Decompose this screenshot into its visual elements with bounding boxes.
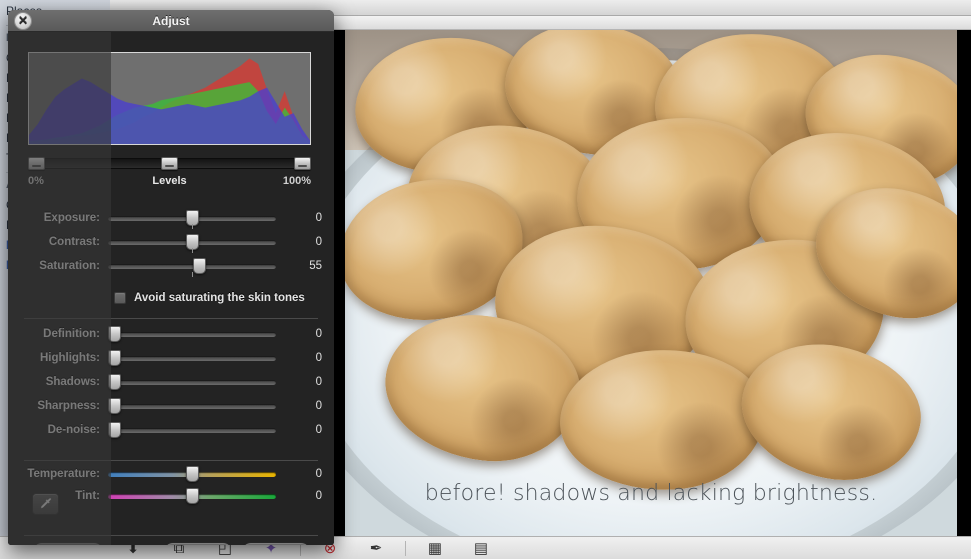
saturation-slider-thumb[interactable] bbox=[193, 257, 207, 274]
temperature-value: 0 bbox=[315, 468, 322, 480]
exposure-value: 0 bbox=[315, 212, 322, 224]
levels-black-point-handle[interactable] bbox=[28, 157, 45, 170]
denoise-label: De-noise: bbox=[47, 424, 100, 436]
effects-tool[interactable]: ▦ bbox=[412, 537, 458, 559]
screen: PlacesEVENTOct 25, 2013Last 12 MonthsLas… bbox=[0, 0, 971, 559]
shadows-value: 0 bbox=[315, 376, 322, 388]
highlights-slider-track[interactable] bbox=[108, 349, 276, 366]
shadows-slider-thumb[interactable] bbox=[108, 373, 121, 390]
sharpness-label: Sharpness: bbox=[37, 400, 100, 412]
highlights-value: 0 bbox=[315, 352, 322, 364]
skin-tone-checkbox-row[interactable]: Avoid saturating the skin tones bbox=[8, 288, 334, 308]
shadows-slider-track[interactable] bbox=[108, 373, 276, 390]
definition-slider-track[interactable] bbox=[108, 325, 276, 342]
slider-row-saturation[interactable]: Saturation: 55 bbox=[8, 254, 334, 278]
highlights-label: Highlights: bbox=[39, 352, 100, 364]
levels-histogram bbox=[28, 52, 311, 145]
adjust-panel-title: Adjust bbox=[152, 13, 190, 28]
retouch-tool[interactable]: ✒ bbox=[353, 537, 399, 559]
copy-button[interactable]: Copy bbox=[163, 542, 233, 545]
histogram-chart bbox=[29, 58, 310, 144]
slider-row-shadows[interactable]: Shadows: 0 bbox=[8, 370, 334, 394]
shadows-label: Shadows: bbox=[45, 376, 100, 388]
photo-caption: before! shadows and lacking brightness. bbox=[424, 481, 878, 506]
denoise-slider-track[interactable] bbox=[108, 421, 276, 438]
slider-row-highlights[interactable]: Highlights: 0 bbox=[8, 346, 334, 370]
slider-row-contrast[interactable]: Contrast: 0 bbox=[8, 230, 334, 254]
contrast-label: Contrast: bbox=[48, 236, 100, 248]
levels-title-label: Levels bbox=[152, 175, 187, 187]
contrast-center-tick bbox=[192, 247, 193, 253]
highlights-slider-thumb[interactable] bbox=[108, 349, 121, 366]
slider-row-exposure[interactable]: Exposure: 0 bbox=[8, 206, 334, 230]
divider-2 bbox=[24, 460, 318, 461]
adjust-panel[interactable]: Adjust ✕ 0% Levels 100% Exposure: 0 Contra… bbox=[8, 10, 334, 545]
tint-slider-thumb[interactable] bbox=[185, 487, 199, 504]
slider-row-sharpness[interactable]: Sharpness: 0 bbox=[8, 394, 334, 418]
temperature-slider-track[interactable] bbox=[108, 465, 276, 482]
contrast-value: 0 bbox=[315, 236, 322, 248]
temperature-slider-thumb[interactable] bbox=[185, 465, 199, 482]
sharpness-slider-thumb[interactable] bbox=[108, 397, 121, 414]
eyedropper-glyph bbox=[40, 498, 51, 509]
exposure-slider-track[interactable] bbox=[108, 209, 276, 229]
saturation-center-tick bbox=[192, 271, 193, 277]
slider-row-denoise[interactable]: De-noise: 0 bbox=[8, 418, 334, 442]
tint-value: 0 bbox=[315, 490, 322, 502]
denoise-value: 0 bbox=[315, 424, 322, 436]
levels-white-point-handle[interactable] bbox=[294, 157, 311, 170]
sharpness-slider-track[interactable] bbox=[108, 397, 276, 414]
photo-image[interactable]: before! shadows and lacking brightness. bbox=[345, 30, 957, 536]
definition-value: 0 bbox=[315, 328, 322, 340]
paste-button[interactable]: Paste bbox=[241, 542, 311, 545]
exposure-label: Exposure: bbox=[43, 212, 100, 224]
temperature-label: Temperature: bbox=[27, 468, 100, 480]
levels-mid-point-handle[interactable] bbox=[161, 157, 178, 170]
definition-label: Definition: bbox=[43, 328, 100, 340]
adjust-panel-body: 0% Levels 100% Exposure: 0 Contrast: 0 Satur… bbox=[8, 32, 334, 545]
divider-3 bbox=[24, 535, 318, 536]
sharpness-value: 0 bbox=[315, 400, 322, 412]
histogram-series-blue bbox=[29, 78, 310, 144]
skin-tone-checkbox[interactable] bbox=[114, 292, 126, 304]
slider-row-temperature[interactable]: Temperature: 0 bbox=[8, 462, 334, 486]
saturation-label: Saturation: bbox=[39, 260, 100, 272]
eyedropper-icon[interactable] bbox=[32, 493, 59, 515]
close-icon[interactable]: ✕ bbox=[14, 12, 32, 30]
reset-button[interactable]: Reset bbox=[32, 542, 104, 545]
definition-slider-thumb[interactable] bbox=[108, 325, 121, 342]
saturation-slider-track[interactable] bbox=[108, 257, 276, 277]
tint-slider-track[interactable] bbox=[108, 487, 276, 504]
denoise-slider-thumb[interactable] bbox=[108, 421, 121, 438]
levels-labels: 0% Levels 100% bbox=[28, 175, 311, 187]
adjust-tool[interactable]: ▤ bbox=[458, 537, 504, 559]
adjust-panel-titlebar[interactable]: Adjust ✕ bbox=[8, 10, 334, 32]
divider-1 bbox=[24, 318, 318, 319]
exposure-center-tick bbox=[192, 223, 193, 229]
contrast-slider-track[interactable] bbox=[108, 233, 276, 253]
saturation-value: 55 bbox=[309, 260, 322, 272]
skin-tone-checkbox-label: Avoid saturating the skin tones bbox=[134, 292, 305, 304]
toolbar-separator bbox=[405, 540, 406, 556]
slider-row-definition[interactable]: Definition: 0 bbox=[8, 322, 334, 346]
